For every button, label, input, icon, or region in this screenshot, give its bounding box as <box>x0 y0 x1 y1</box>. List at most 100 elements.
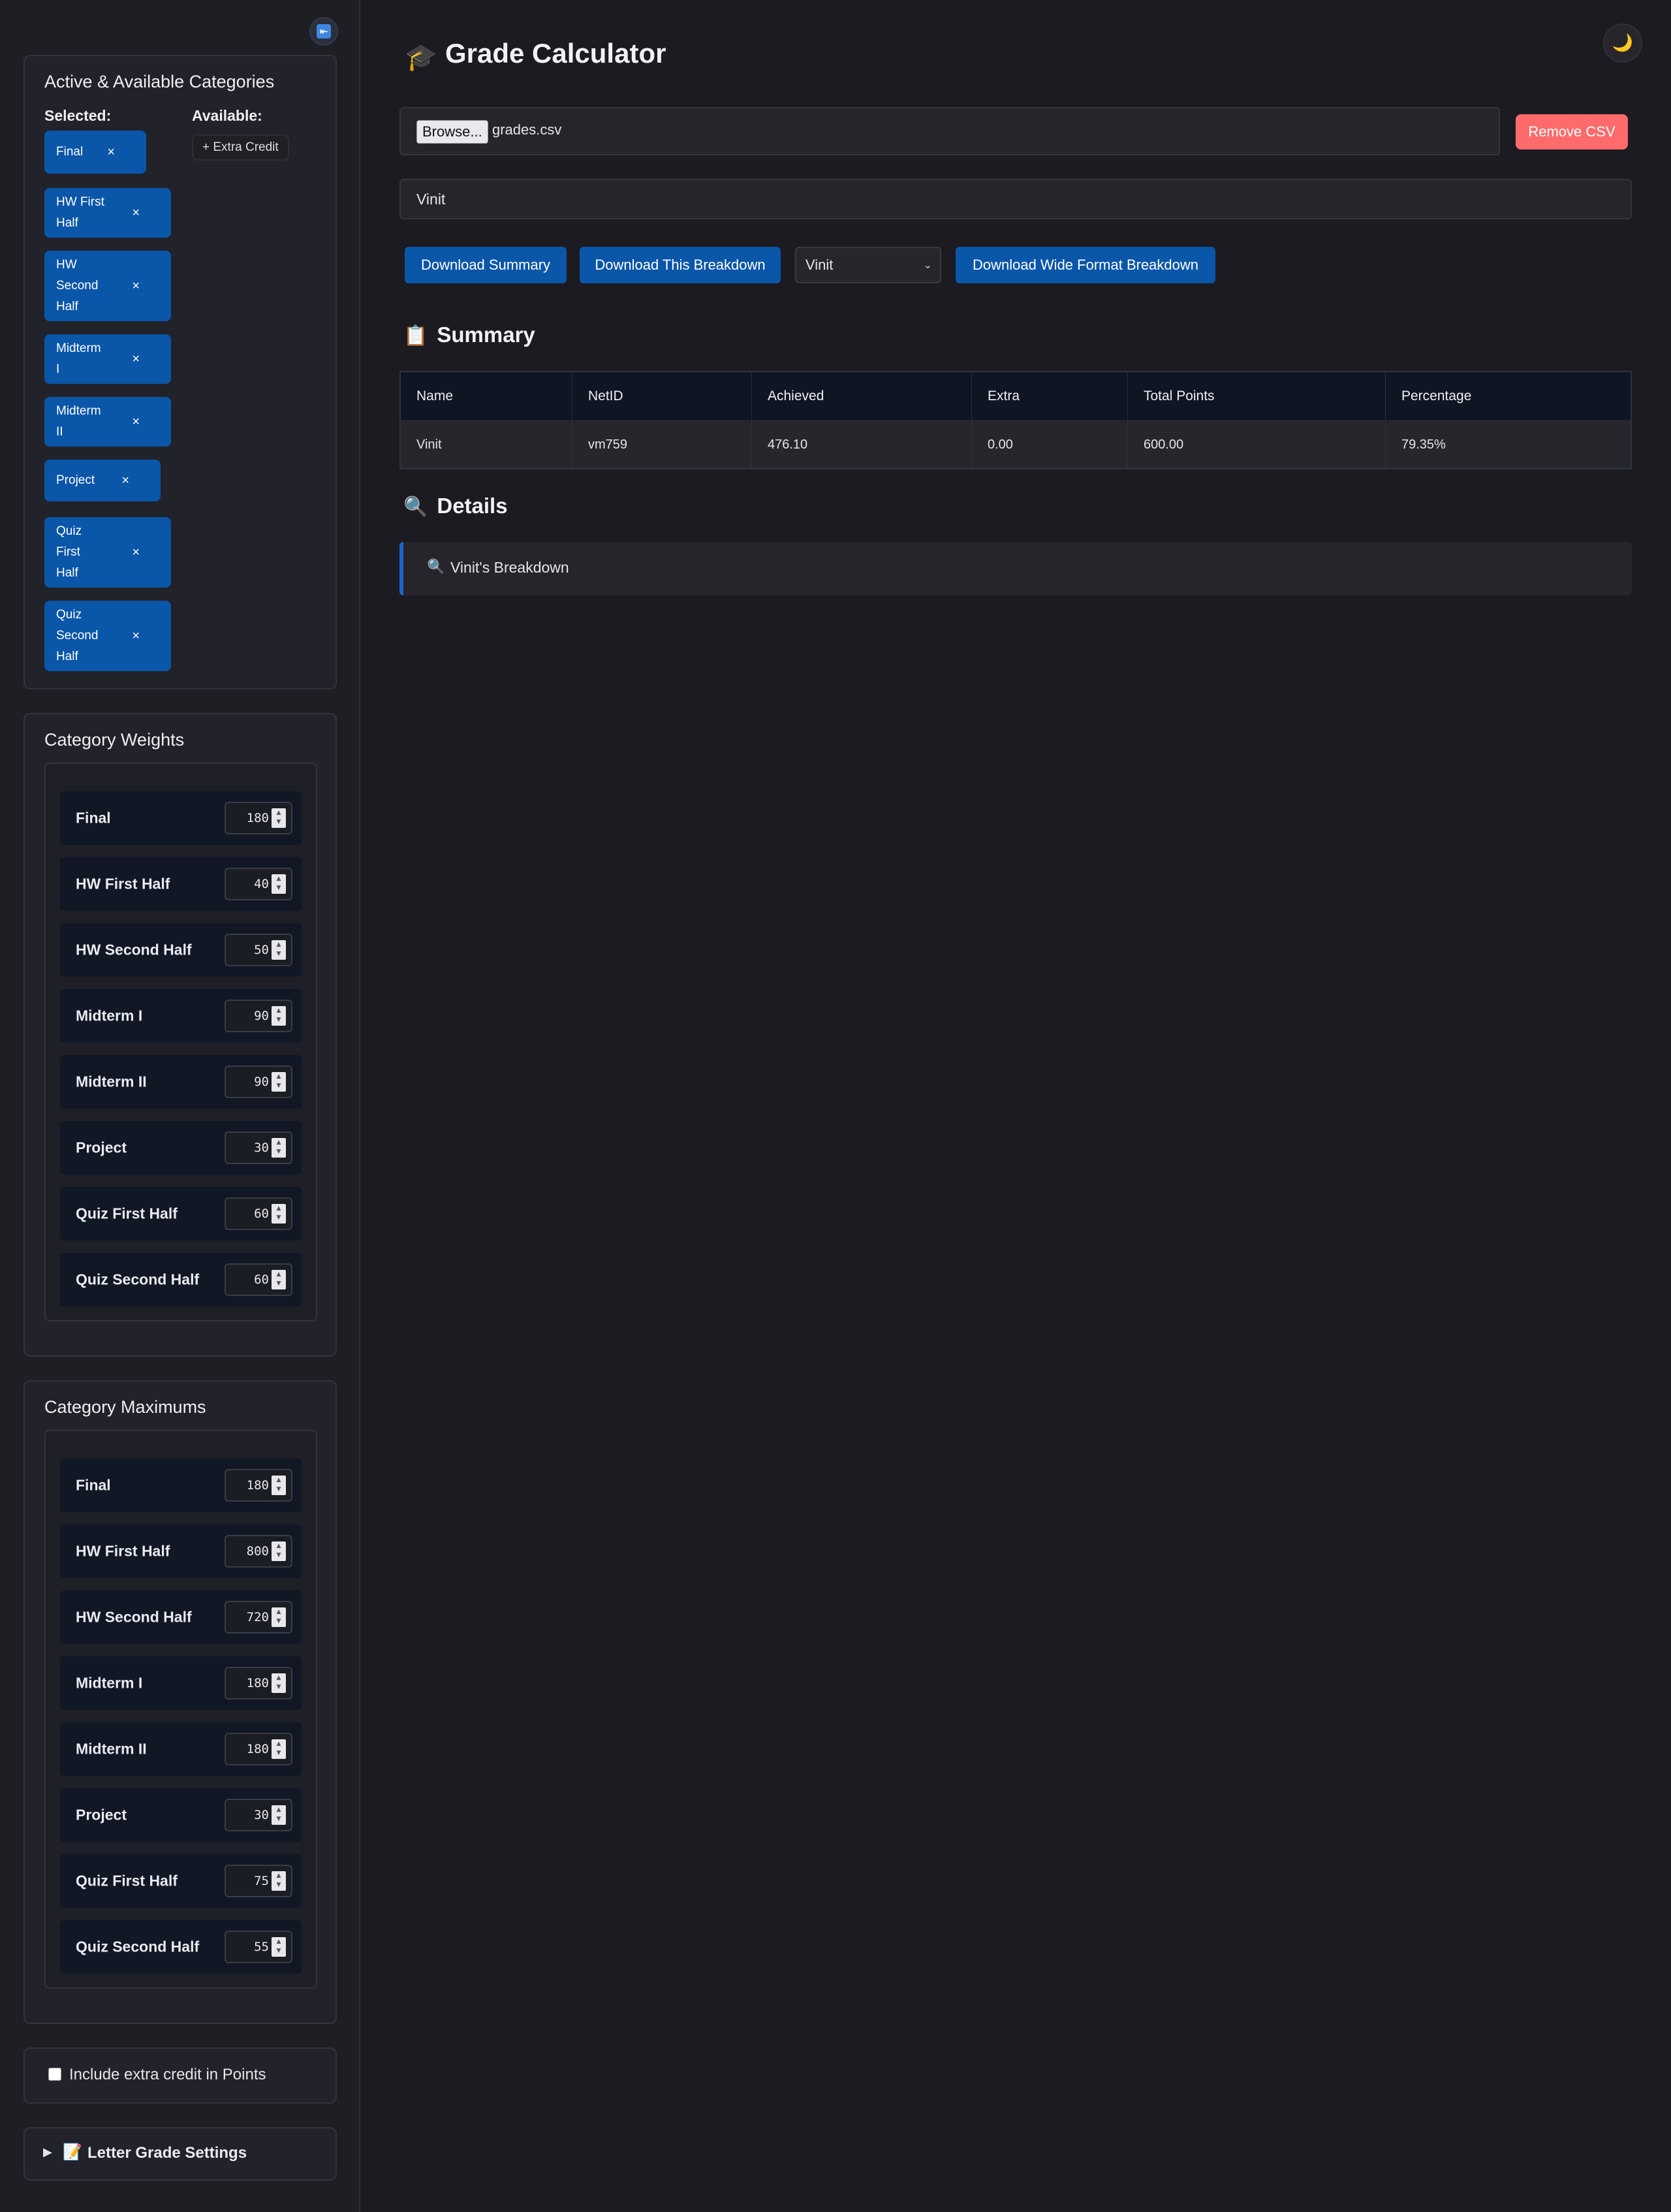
remove-icon[interactable]: × <box>132 202 140 223</box>
weight-input-hw-second-half[interactable]: 50 ▲ ▼ <box>225 934 292 966</box>
chip-label: Project <box>56 473 95 487</box>
selected-chip-quiz-first-half[interactable]: Quiz First Half × <box>44 517 171 588</box>
spinner-icon[interactable]: ▲ ▼ <box>272 1072 286 1092</box>
download-summary-button[interactable]: Download Summary <box>405 247 567 283</box>
spinner-icon[interactable]: ▲ ▼ <box>272 1805 286 1825</box>
download-wide-button[interactable]: Download Wide Format Breakdown <box>956 247 1215 283</box>
browse-button[interactable]: Browse... <box>416 120 488 144</box>
selected-chip-quiz-second-half[interactable]: Quiz Second Half × <box>44 601 171 671</box>
letter-grade-settings[interactable]: ▶ 📝 Letter Grade Settings <box>23 2127 337 2181</box>
selected-chip-midterm-ii[interactable]: Midterm II × <box>44 397 171 447</box>
weight-row-quiz-first-half: Quiz First Half 60 ▲ ▼ <box>60 1187 302 1240</box>
max-input-project[interactable]: 30 ▲ ▼ <box>225 1799 292 1831</box>
student-name-input[interactable]: Vinit <box>399 179 1632 219</box>
max-label: Final <box>76 1476 111 1494</box>
chip-label: Midterm II <box>56 404 101 439</box>
weight-input-quiz-second-half[interactable]: 60 ▲ ▼ <box>225 1263 292 1296</box>
max-input-final[interactable]: 180 ▲ ▼ <box>225 1469 292 1502</box>
breakdown-label: Vinit's Breakdown <box>450 559 569 576</box>
max-input-quiz-first-half[interactable]: 75 ▲ ▼ <box>225 1865 292 1897</box>
selected-label: Selected: <box>44 107 112 124</box>
graduation-cap-icon: 🎓 <box>405 42 437 72</box>
max-input-hw-second-half[interactable]: 720 ▲ ▼ <box>225 1601 292 1634</box>
spinner-icon[interactable]: ▲ ▼ <box>272 1138 286 1158</box>
chevron-down-icon: ⌄ <box>923 259 932 271</box>
spinner-icon[interactable]: ▲ ▼ <box>272 874 286 894</box>
spinner-icon[interactable]: ▲ ▼ <box>272 808 286 828</box>
weight-label: Quiz Second Half <box>76 1271 200 1288</box>
weight-row-final: Final 180 ▲ ▼ <box>60 791 302 845</box>
summary-heading: 📋 Summary <box>403 323 535 347</box>
arrow-left-icon: ⇤ <box>317 24 331 39</box>
file-name: grades.csv <box>492 121 562 138</box>
spinner-icon[interactable]: ▲ ▼ <box>272 1937 286 1957</box>
spinner-icon[interactable]: ▲ ▼ <box>272 1006 286 1026</box>
maximums-list: Final 180 ▲ ▼ HW First Half 800 ▲ ▼ HW Secon… <box>44 1430 317 1989</box>
max-row-project: Project 30 ▲ ▼ <box>60 1788 302 1842</box>
spinner-icon[interactable]: ▲ ▼ <box>272 1476 286 1495</box>
weight-input-project[interactable]: 30 ▲ ▼ <box>225 1131 292 1164</box>
selected-chip-project[interactable]: Project × <box>44 460 161 501</box>
extra-credit-label[interactable]: Include extra credit in Points <box>69 2066 266 2084</box>
selected-chip-hw-first-half[interactable]: HW First Half × <box>44 188 171 238</box>
remove-icon[interactable]: × <box>132 276 140 296</box>
chip-label: Quiz First Half <box>56 524 82 580</box>
spinner-icon[interactable]: ▲ ▼ <box>272 940 286 960</box>
max-row-midterm-ii: Midterm II 180 ▲ ▼ <box>60 1722 302 1776</box>
weight-row-hw-first-half: HW First Half 40 ▲ ▼ <box>60 857 302 911</box>
weight-label: HW First Half <box>76 875 170 893</box>
max-input-midterm-i[interactable]: 180 ▲ ▼ <box>225 1667 292 1699</box>
remove-icon[interactable]: × <box>132 411 140 432</box>
expand-triangle-icon[interactable]: ▶ <box>43 2145 52 2159</box>
remove-icon[interactable]: × <box>132 542 140 563</box>
max-input-hw-first-half[interactable]: 800 ▲ ▼ <box>225 1535 292 1568</box>
max-input-quiz-second-half[interactable]: 55 ▲ ▼ <box>225 1931 292 1963</box>
file-input[interactable]: Browse... grades.csv <box>399 107 1500 155</box>
spinner-icon[interactable]: ▲ ▼ <box>272 1541 286 1561</box>
chip-label: HW Second Half <box>56 258 99 313</box>
weights-list: Final 180 ▲ ▼ HW First Half 40 ▲ ▼ HW Second… <box>44 763 317 1321</box>
letter-grade-label[interactable]: Letter Grade Settings <box>87 2144 247 2162</box>
remove-csv-button[interactable]: Remove CSV <box>1516 114 1628 150</box>
weight-row-quiz-second-half: Quiz Second Half 60 ▲ ▼ <box>60 1253 302 1306</box>
max-label: HW First Half <box>76 1542 170 1560</box>
max-label: Midterm I <box>76 1674 143 1692</box>
remove-icon[interactable]: × <box>107 142 115 163</box>
collapse-sidebar-button[interactable]: ⇤ <box>309 17 338 46</box>
remove-icon[interactable]: × <box>132 349 140 370</box>
weight-row-midterm-ii: Midterm II 90 ▲ ▼ <box>60 1055 302 1109</box>
available-label: Available: <box>192 107 262 124</box>
weight-row-project: Project 30 ▲ ▼ <box>60 1121 302 1175</box>
maximums-title: Category Maximums <box>44 1397 206 1417</box>
remove-icon[interactable]: × <box>121 470 129 491</box>
selected-chip-final[interactable]: Final × <box>44 131 146 174</box>
breakdown-toggle[interactable]: 🔍 Vinit's Breakdown <box>399 542 1632 595</box>
spinner-icon[interactable]: ▲ ▼ <box>272 1739 286 1759</box>
spinner-icon[interactable]: ▲ ▼ <box>272 1607 286 1627</box>
max-label: Quiz Second Half <box>76 1938 200 1955</box>
spinner-icon[interactable]: ▲ ▼ <box>272 1270 286 1289</box>
weight-input-midterm-i[interactable]: 90 ▲ ▼ <box>225 1000 292 1032</box>
max-input-midterm-ii[interactable]: 180 ▲ ▼ <box>225 1733 292 1765</box>
table-header-row: Name NetID Achieved Extra Total Points P… <box>399 371 1632 421</box>
weight-input-midterm-ii[interactable]: 90 ▲ ▼ <box>225 1066 292 1098</box>
spinner-icon[interactable]: ▲ ▼ <box>272 1204 286 1224</box>
cell-percentage: 79.35% <box>1385 420 1632 469</box>
spinner-icon[interactable]: ▲ ▼ <box>272 1871 286 1891</box>
selected-chip-midterm-i[interactable]: Midterm I × <box>44 334 171 384</box>
extra-credit-checkbox[interactable] <box>48 2068 61 2081</box>
column-header-achieved: Achieved <box>751 371 972 421</box>
selected-chip-hw-second-half[interactable]: HW Second Half × <box>44 251 171 321</box>
student-select[interactable]: Vinit ⌄ <box>795 247 941 283</box>
weight-input-hw-first-half[interactable]: 40 ▲ ▼ <box>225 868 292 900</box>
theme-toggle-button[interactable]: 🌙 <box>1603 24 1642 63</box>
weight-input-final[interactable]: 180 ▲ ▼ <box>225 802 292 834</box>
download-breakdown-button[interactable]: Download This Breakdown <box>580 247 781 283</box>
moon-icon: 🌙 <box>1612 33 1634 53</box>
column-header-percentage: Percentage <box>1385 371 1632 421</box>
max-label: HW Second Half <box>76 1608 192 1626</box>
available-chip-extra-credit[interactable]: + Extra Credit <box>192 134 289 161</box>
spinner-icon[interactable]: ▲ ▼ <box>272 1673 286 1693</box>
remove-icon[interactable]: × <box>132 625 140 646</box>
weight-input-quiz-first-half[interactable]: 60 ▲ ▼ <box>225 1197 292 1230</box>
